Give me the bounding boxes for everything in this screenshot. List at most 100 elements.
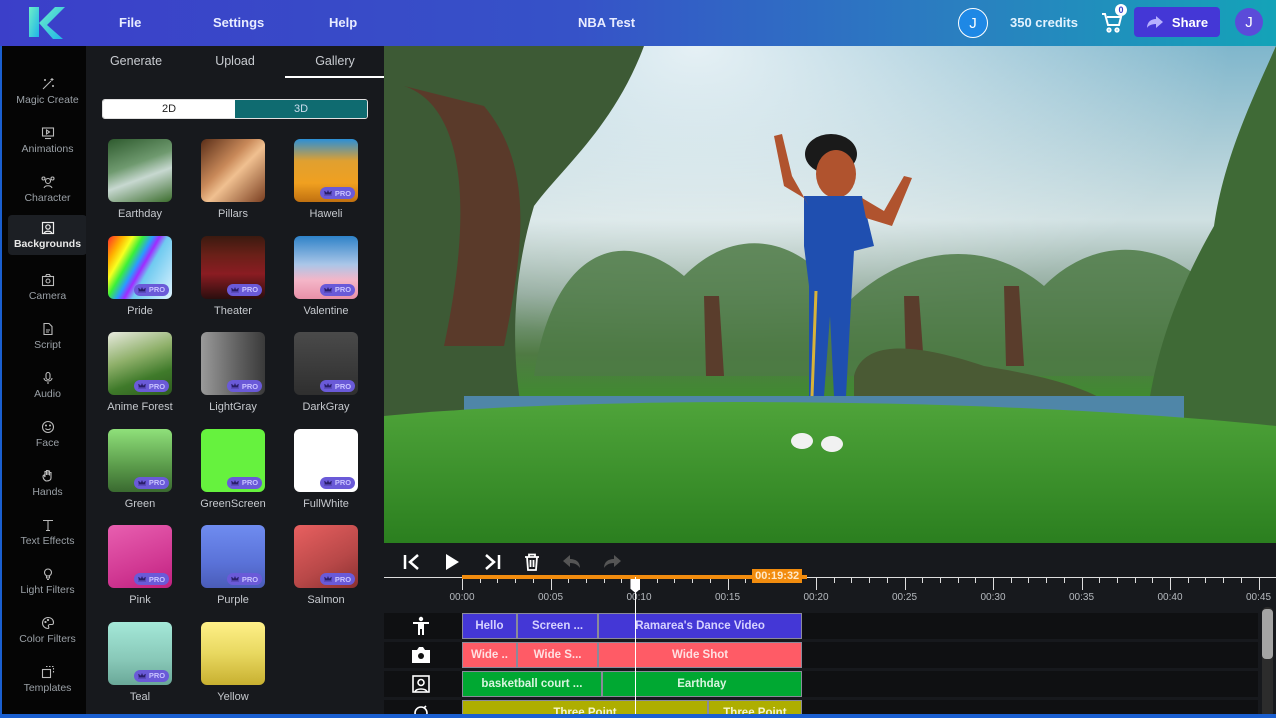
sidebar-item-light-filters[interactable]: Light Filters [8,560,87,602]
timeline-clip[interactable]: Ramarea's Dance Video [598,613,802,639]
background-tile-pride[interactable]: PRO Pride [108,235,172,317]
background-tile-label: Pride [127,304,153,317]
window-bottom-border [0,714,1276,718]
timeline-clip[interactable]: Wide Shot [598,642,802,668]
background-tile-theater[interactable]: PRO Theater [201,235,265,317]
sidebar-item-label: Character [24,191,71,204]
background-tile-lightgray[interactable]: PRO LightGray [201,332,265,413]
pro-badge-label: PRO [241,285,259,294]
scene-render [384,46,1276,543]
crown-icon [137,576,146,582]
skip-to-start-button[interactable] [401,551,423,573]
hand-icon [41,469,52,482]
credits-count: 350 credits [1010,15,1078,30]
sidebar-item-backgrounds[interactable]: Backgrounds [8,215,87,255]
pro-badge: PRO [134,476,169,489]
background-tile-greenscreen[interactable]: PRO GreenScreen [200,428,266,510]
clip-label: Earthday [677,678,727,690]
delete-button[interactable] [521,551,543,573]
background-thumbnail: PRO [108,428,172,492]
tab-generate[interactable]: Generate [86,54,186,68]
background-tile-label: Yellow [217,690,249,703]
play-icon [446,554,459,570]
background-tile-earthday[interactable]: Earthday [108,139,172,220]
timeline-clip[interactable]: basketball court ... [462,671,602,697]
user-profile-button[interactable]: J [958,8,988,38]
background-tile-teal[interactable]: PRO Teal [108,621,172,703]
redo-button[interactable] [601,551,623,573]
text-icon [42,519,53,531]
sidebar-item-label: Audio [34,387,61,400]
background-thumbnail: PRO [201,428,265,492]
timeline-clip[interactable]: Screen ... [516,613,599,639]
sidebar-item-color-filters[interactable]: Color Filters [8,609,87,651]
playhead-line[interactable] [635,577,637,718]
lightbulb-icon [43,567,52,580]
pro-badge-label: PRO [148,671,166,680]
share-button[interactable]: Share [1134,7,1220,37]
background-tile-fullwhite[interactable]: PRO FullWhite [294,428,358,510]
background-tile-pillars[interactable]: Pillars [201,139,265,220]
background-tile-label: Teal [129,690,151,703]
crown-icon [323,383,332,389]
sidebar-item-camera[interactable]: Camera [8,266,87,308]
background-tile-darkgray[interactable]: PRO DarkGray [294,332,358,413]
background-tile-label: Pillars [218,208,248,220]
timeline-clip[interactable]: Earthday [601,671,802,697]
sidebar-item-label: Animations [21,142,74,155]
play-button[interactable] [441,551,463,573]
tab-upload[interactable]: Upload [185,54,285,68]
sidebar-item-label: Backgrounds [13,237,82,250]
sidebar-item-templates[interactable]: Templates [8,658,87,700]
background-tile-pink[interactable]: PRO Pink [108,525,172,606]
timeline-clip[interactable]: Hello [462,613,517,639]
background-tile-haweli[interactable]: PRO Haweli [294,139,358,220]
sidebar-item-label: Text Effects [20,534,75,547]
sidebar-item-audio[interactable]: Audio [8,364,87,406]
clip-label: basketball court ... [481,678,583,690]
menu-help[interactable]: Help [329,15,357,30]
background-tile-valentine[interactable]: PRO Valentine [294,235,358,317]
sidebar-item-animations[interactable]: Animations [8,119,87,161]
sidebar-item-character[interactable]: Character [8,168,87,210]
background-tile-green[interactable]: PRO Green [108,428,172,510]
background-thumbnail: PRO [201,235,265,299]
sidebar-item-text-effects[interactable]: Text Effects [8,511,87,553]
sidebar-item-hands[interactable]: Hands [8,462,87,504]
sidebar-item-label: Script [34,338,61,351]
background-tile-salmon[interactable]: PRO Salmon [294,525,358,606]
tab-gallery[interactable]: Gallery [285,54,385,68]
sidebar-item-label: Magic Create [16,93,79,106]
pro-badge: PRO [134,669,169,682]
background-tile-anime-forest[interactable]: PRO Anime Forest [107,332,173,413]
scene-preview[interactable] [384,46,1276,543]
menu-file[interactable]: File [119,15,141,30]
clip-label: Ramarea's Dance Video [635,620,765,632]
pro-badge: PRO [320,476,355,489]
background-tile-purple[interactable]: PRO Purple [201,525,265,606]
timeline-clip[interactable]: Wide S... [516,642,599,668]
timeline-scroll-thumb[interactable] [1262,609,1273,659]
camera-icon [410,644,432,666]
menu-settings[interactable]: Settings [213,15,264,30]
sidebar-item-face[interactable]: Face [8,413,87,455]
toggle-2d-button[interactable]: 2D [103,100,235,118]
background-icon [410,673,432,695]
timeline-clip[interactable]: Wide .. [462,642,517,668]
undo-button[interactable] [561,551,583,573]
magic-wand-icon [42,77,54,89]
account-avatar[interactable]: J [1235,8,1263,36]
sidebar-item-magic-create[interactable]: Magic Create [8,70,87,112]
app-logo[interactable] [27,5,67,39]
major-tick [993,578,994,590]
background-tile-yellow[interactable]: Yellow [201,621,265,703]
sidebar-item-script[interactable]: Script [8,315,87,357]
playhead-handle[interactable] [630,579,641,593]
toggle-3d-button[interactable]: 3D [235,100,367,118]
tick-label: 00:20 [803,592,829,603]
script-icon [42,322,53,335]
project-title[interactable]: NBA Test [578,15,635,30]
cart-badge: 0 [1115,4,1127,16]
background-icon [41,221,54,234]
skip-to-end-button[interactable] [481,551,503,573]
